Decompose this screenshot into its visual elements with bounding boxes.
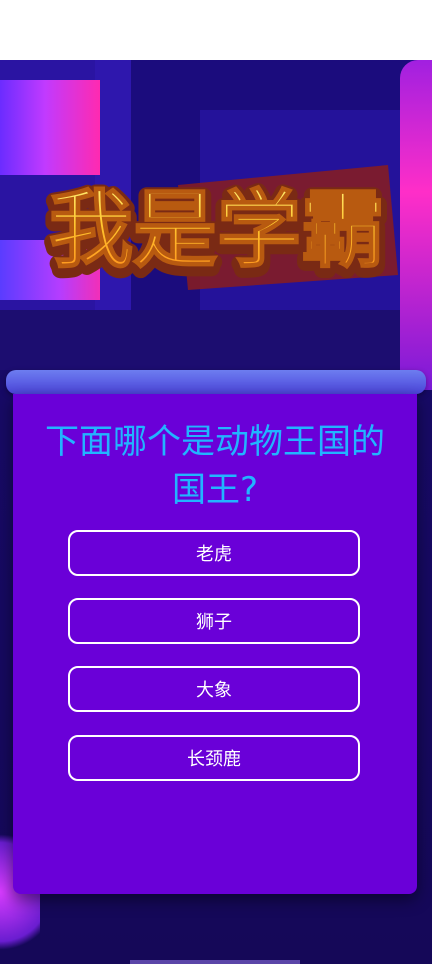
title-logo: 我是学霸 我是学霸 — [42, 165, 398, 290]
question-card: 下面哪个是动物王国的国王? 老虎 狮子 大象 长颈鹿 — [13, 394, 417, 894]
background-band — [0, 310, 432, 370]
top-blank-area — [0, 0, 432, 60]
answer-option-elephant[interactable]: 大象 — [68, 666, 360, 712]
game-stage: 我是学霸 我是学霸 下面哪个是动物王国的国王? 老虎 狮子 大象 长颈鹿 — [0, 60, 432, 964]
answer-option-tiger[interactable]: 老虎 — [68, 530, 360, 576]
answer-option-giraffe[interactable]: 长颈鹿 — [68, 735, 360, 781]
question-text: 下面哪个是动物王国的国王? — [45, 422, 385, 510]
card-header-bar — [6, 370, 426, 394]
answer-option-label: 狮子 — [196, 612, 232, 633]
answer-option-label: 长颈鹿 — [187, 749, 241, 770]
title-text: 我是学霸 — [49, 181, 385, 279]
bottom-indicator — [130, 960, 300, 964]
answer-option-label: 老虎 — [196, 544, 232, 565]
answer-option-lion[interactable]: 狮子 — [68, 598, 360, 644]
answer-option-label: 大象 — [196, 680, 232, 701]
